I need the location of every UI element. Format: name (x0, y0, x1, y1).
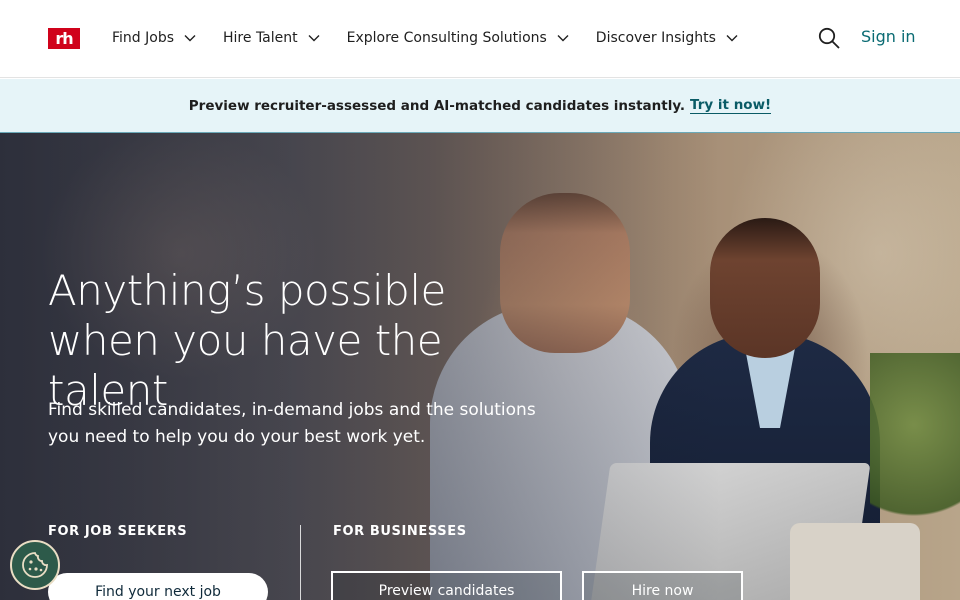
banner-text: Preview recruiter-assessed and AI-matche… (188, 97, 686, 114)
find-next-job-button[interactable]: Find your next job (48, 573, 268, 600)
chevron-down-icon (726, 35, 738, 42)
hero-subtitle: Find skilled candidates, in-demand jobs … (48, 400, 536, 447)
chevron-down-icon (184, 35, 196, 42)
hire-now-button[interactable]: Hire now (582, 571, 743, 600)
nav-consulting-solutions-label: Explore Consulting Solutions (346, 30, 547, 46)
cookie-icon (22, 552, 48, 578)
preview-candidates-button[interactable]: Preview candidates (331, 571, 562, 600)
announcement-banner: Preview recruiter-assessed and AI-matche… (0, 79, 960, 133)
nav-discover-insights[interactable]: Discover Insights (596, 26, 738, 50)
try-it-now-link[interactable]: Try it now! (690, 97, 772, 114)
brand-logo[interactable]: rh (48, 28, 80, 49)
nav-find-jobs[interactable]: Find Jobs (112, 26, 196, 50)
main-nav: Find Jobs Hire Talent Explore Consulting… (112, 26, 765, 50)
nav-hire-talent-label: Hire Talent (223, 30, 298, 46)
search-icon[interactable] (818, 27, 840, 49)
hero-title: Anything’s possible when you have the ta… (48, 266, 446, 415)
section-divider (300, 525, 301, 600)
hero-section: Anything’s possible when you have the ta… (0, 133, 960, 600)
nav-consulting-solutions[interactable]: Explore Consulting Solutions (347, 26, 569, 50)
cookie-settings-button[interactable] (10, 540, 60, 590)
site-header: rh Find Jobs Hire Talent Explore Consult… (0, 0, 960, 78)
sign-in-link[interactable]: Sign in (861, 27, 916, 46)
nav-discover-insights-label: Discover Insights (595, 30, 716, 46)
chevron-down-icon (557, 35, 569, 42)
businesses-label: FOR BUSINESSES (333, 524, 467, 539)
nav-hire-talent[interactable]: Hire Talent (223, 26, 320, 50)
chevron-down-icon (308, 35, 320, 42)
job-seekers-label: FOR JOB SEEKERS (48, 524, 188, 539)
nav-find-jobs-label: Find Jobs (112, 30, 175, 46)
